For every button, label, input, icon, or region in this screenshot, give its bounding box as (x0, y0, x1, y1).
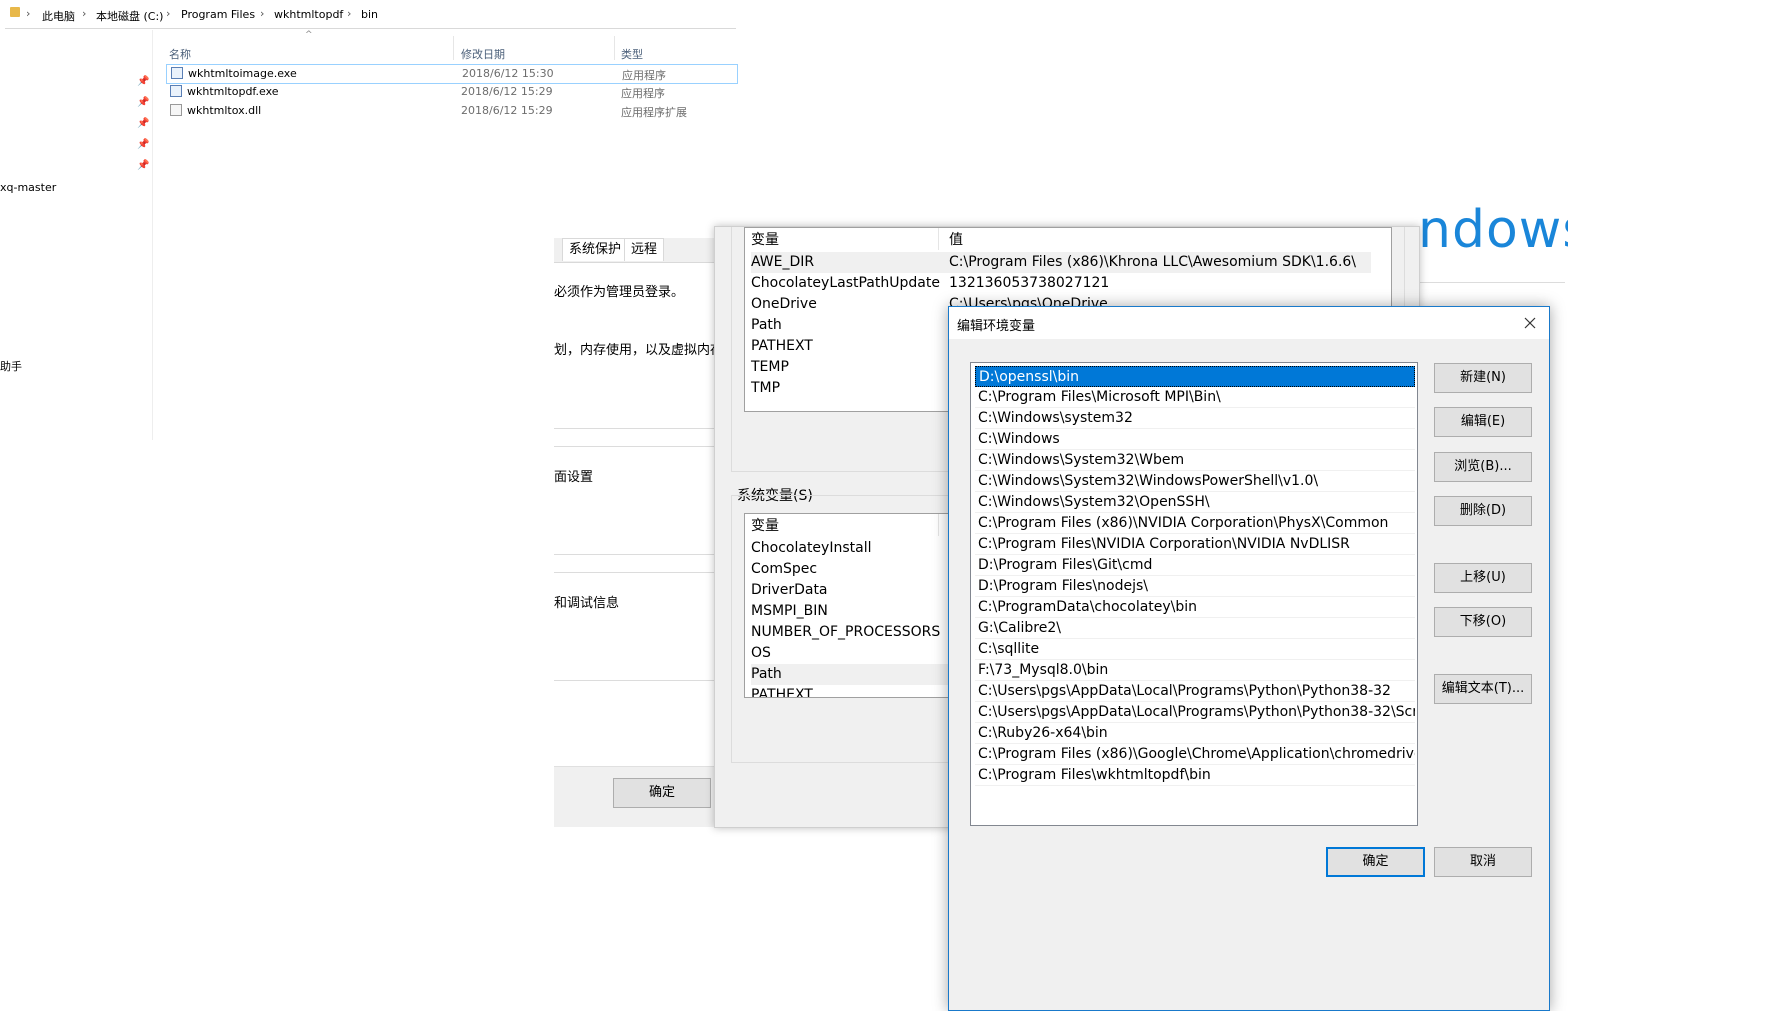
pin-icon[interactable]: 📌 (137, 139, 149, 150)
browse-button[interactable]: 浏览(B)... (1434, 452, 1532, 482)
chevron-right-icon: › (347, 7, 352, 20)
list-item[interactable]: C:\Program Files\wkhtmltopdf\bin (975, 765, 1415, 786)
pin-icon[interactable]: 📌 (137, 160, 149, 171)
file-row[interactable]: wkhtmltox.dll 2018/6/12 15:29 应用程序扩展 (166, 102, 736, 120)
nav-item-assistant[interactable]: 助手 (0, 358, 22, 374)
file-date: 2018/6/12 15:29 (461, 104, 553, 117)
list-item[interactable]: D:\openssl\bin (975, 366, 1415, 387)
nav-pane-divider (152, 30, 153, 440)
edit-text-button[interactable]: 编辑文本(T)... (1434, 674, 1532, 704)
variable-name: NUMBER_OF_PROCESSORS (751, 624, 941, 640)
edit-environment-variable-dialog: 编辑环境变量 D:\openssl\bin C:\Program Files\M… (948, 306, 1550, 1011)
breadcrumb-this-pc[interactable]: 此电脑 (42, 8, 75, 24)
move-up-button[interactable]: 上移(U) (1434, 563, 1532, 593)
move-down-button[interactable]: 下移(O) (1434, 607, 1532, 637)
dialog-title: 编辑环境变量 (957, 319, 1036, 334)
nav-item-xq-master[interactable]: xq-master (0, 181, 56, 194)
path-list[interactable]: D:\openssl\bin C:\Program Files\Microsof… (970, 362, 1418, 826)
cancel-button[interactable]: 取消 (1434, 847, 1532, 877)
chevron-right-icon: › (260, 7, 265, 20)
tab-remote[interactable]: 远程 (624, 238, 665, 261)
column-divider[interactable] (614, 36, 615, 60)
desktop-settings-text: 面设置 (554, 470, 594, 485)
column-divider[interactable] (938, 514, 939, 536)
chevron-right-icon: › (82, 7, 87, 20)
file-type: 应用程序 (622, 69, 666, 82)
performance-description: 划，内存使用，以及虚拟内存 (554, 343, 724, 358)
variable-name: Path (751, 666, 782, 682)
tab-system-protection[interactable]: 系统保护 (562, 238, 629, 261)
column-header-name[interactable]: 名称 (169, 46, 191, 62)
exe-file-icon (170, 85, 182, 97)
list-item[interactable]: C:\sqllite (975, 639, 1415, 660)
delete-button[interactable]: 删除(D) (1434, 496, 1532, 526)
list-item[interactable]: C:\Program Files (x86)\Google\Chrome\App… (975, 744, 1415, 765)
pin-icon[interactable]: 📌 (137, 76, 149, 87)
address-bar[interactable]: › 此电脑 › 本地磁盘 (C:) › Program Files › wkht… (5, 0, 736, 29)
file-row[interactable]: wkhtmltoimage.exe 2018/6/12 15:30 应用程序 (166, 64, 738, 84)
list-item[interactable]: C:\Windows\System32\WindowsPowerShell\v1… (975, 471, 1415, 492)
list-item[interactable]: C:\Windows\system32 (975, 408, 1415, 429)
list-item[interactable]: C:\Windows\System32\Wbem (975, 450, 1415, 471)
column-header-date[interactable]: 修改日期 (461, 46, 505, 62)
list-item[interactable]: C:\Ruby26-x64\bin (975, 723, 1415, 744)
windows-logo-text: ndows (1418, 200, 1568, 260)
divider (1418, 282, 1565, 283)
folder-icon (10, 7, 20, 17)
list-item[interactable]: C:\Program Files\NVIDIA Corporation\NVID… (975, 534, 1415, 555)
list-item[interactable]: C:\Users\pgs\AppData\Local\Programs\Pyth… (975, 702, 1415, 723)
dll-file-icon (170, 104, 182, 116)
file-name: wkhtmltox.dll (187, 104, 262, 117)
breadcrumb-bin[interactable]: bin (361, 8, 378, 21)
list-item[interactable]: F:\73_Mysql8.0\bin (975, 660, 1415, 681)
list-item[interactable]: C:\Windows\System32\OpenSSH\ (975, 492, 1415, 513)
list-item[interactable]: C:\Program Files (x86)\NVIDIA Corporatio… (975, 513, 1415, 534)
list-item[interactable]: G:\Calibre2\ (975, 618, 1415, 639)
pin-icon[interactable]: 📌 (137, 118, 149, 129)
list-item[interactable]: C:\Users\pgs\AppData\Local\Programs\Pyth… (975, 681, 1415, 702)
title-bar[interactable]: 编辑环境变量 (949, 307, 1549, 339)
file-row[interactable]: wkhtmltopdf.exe 2018/6/12 15:29 应用程序 (166, 83, 736, 101)
file-date: 2018/6/12 15:29 (461, 85, 553, 98)
file-name: wkhtmltopdf.exe (187, 85, 279, 98)
variable-name: DriverData (751, 582, 828, 598)
file-type: 应用程序扩展 (621, 106, 687, 119)
breadcrumb-local-disk[interactable]: 本地磁盘 (C:) (96, 8, 163, 24)
list-item[interactable]: C:\ProgramData\chocolatey\bin (975, 597, 1415, 618)
debug-info-text: 和调试信息 (554, 596, 620, 611)
column-header-type[interactable]: 类型 (621, 46, 643, 62)
ok-button[interactable]: 确定 (613, 778, 711, 808)
file-date: 2018/6/12 15:30 (462, 67, 554, 80)
new-button[interactable]: 新建(N) (1434, 363, 1532, 393)
sort-up-icon: ^ (305, 30, 313, 40)
list-item[interactable]: C:\Windows (975, 429, 1415, 450)
admin-notice: 必须作为管理员登录。 (554, 285, 685, 300)
file-name: wkhtmltoimage.exe (188, 67, 297, 80)
ok-button[interactable]: 确定 (1326, 847, 1425, 877)
column-divider[interactable] (453, 36, 454, 60)
close-icon[interactable] (1517, 311, 1543, 335)
list-item[interactable]: C:\Program Files\Microsoft MPI\Bin\ (975, 387, 1415, 408)
chevron-right-icon: › (26, 7, 31, 20)
chevron-right-icon: › (166, 7, 171, 20)
variable-name: OS (751, 645, 771, 661)
edit-button[interactable]: 编辑(E) (1434, 407, 1532, 437)
variable-name: MSMPI_BIN (751, 603, 828, 619)
variable-name: PATHEXT (751, 687, 813, 698)
breadcrumb-program-files[interactable]: Program Files (181, 8, 255, 21)
file-type: 应用程序 (621, 87, 665, 100)
breadcrumb-wkhtmltopdf[interactable]: wkhtmltopdf (274, 8, 343, 21)
list-item[interactable]: D:\Program Files\Git\cmd (975, 555, 1415, 576)
column-header-variable[interactable]: 变量 (751, 518, 779, 534)
variable-name: ChocolateyInstall (751, 540, 872, 556)
pin-icon[interactable]: 📌 (137, 97, 149, 108)
variable-name: ComSpec (751, 561, 818, 577)
exe-file-icon (171, 67, 183, 79)
list-item[interactable]: D:\Program Files\nodejs\ (975, 576, 1415, 597)
